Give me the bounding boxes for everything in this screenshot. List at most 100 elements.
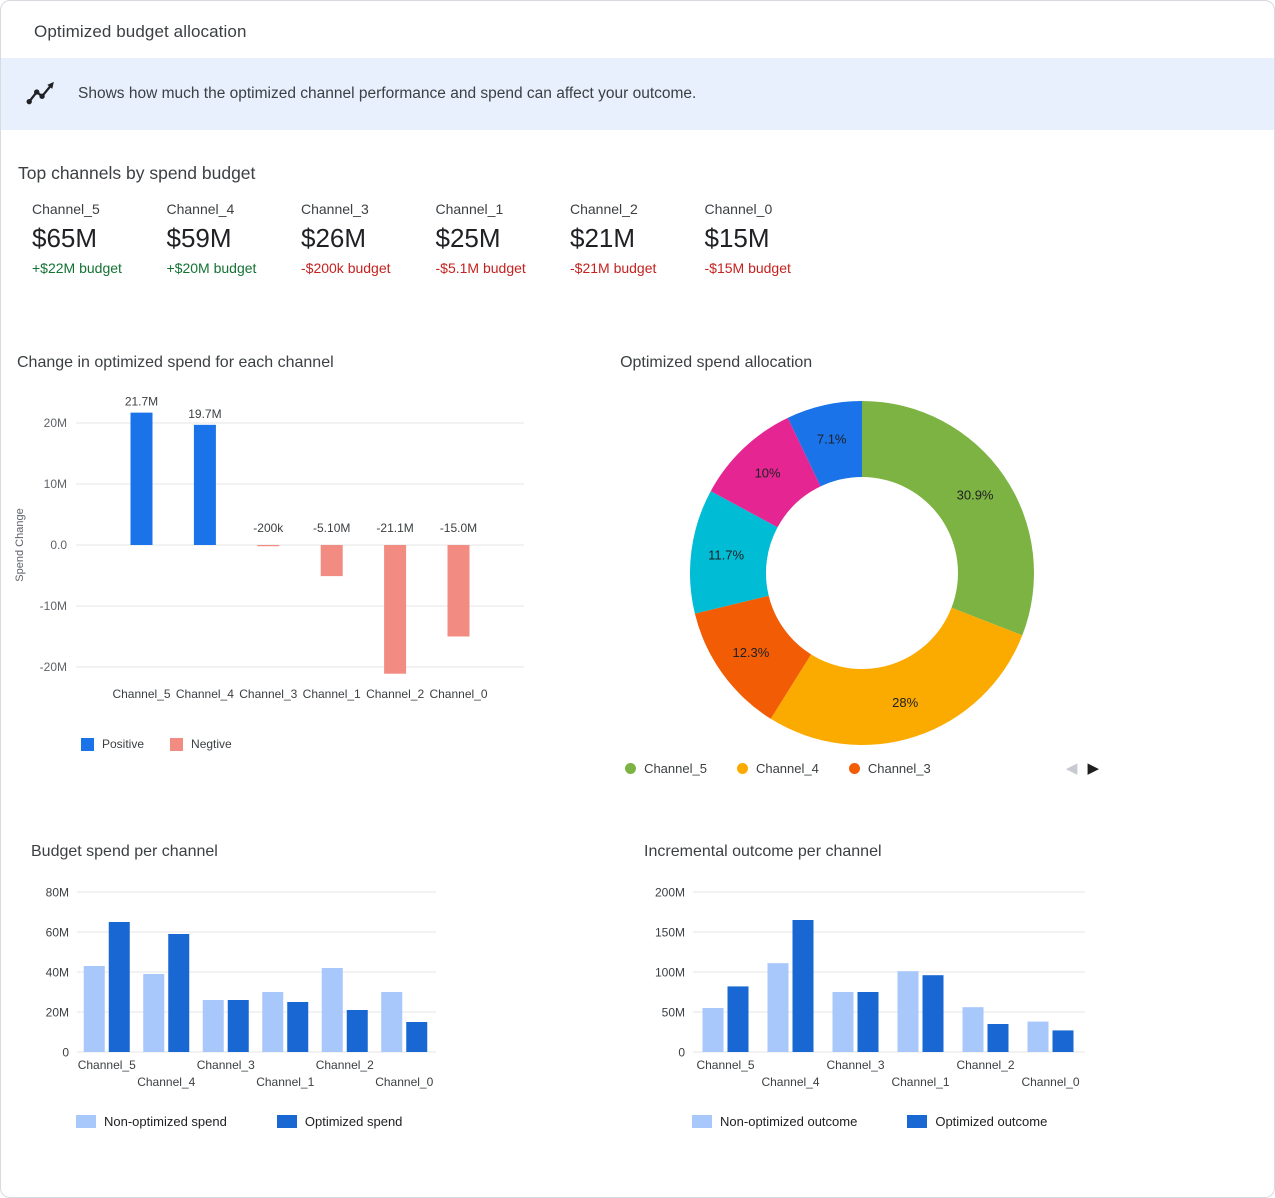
- donut-legend-pager: ◀ ▶: [1066, 761, 1099, 776]
- budget-spend-chart-title: Budget spend per channel: [31, 843, 612, 863]
- x-axis-label: Channel_1: [892, 1075, 950, 1089]
- legend-swatch: [81, 738, 94, 751]
- budget-spend-chart: 020M40M60M80MChannel_5Channel_4Channel_3…: [29, 877, 474, 1092]
- donut-slice-label: 28%: [892, 695, 918, 710]
- legend-item-optimized-outcome: Optimized outcome: [907, 1114, 1047, 1129]
- bar-Channel_1: [923, 975, 944, 1052]
- channel-spend-value: $15M: [705, 223, 840, 253]
- legend-label: Optimized spend: [305, 1114, 403, 1129]
- bar-Channel_5: [109, 922, 130, 1052]
- channel-name: Channel_4: [167, 201, 302, 217]
- channel-card: Channel_4$59M+$20M budget: [167, 201, 302, 276]
- x-axis-label: Channel_3: [827, 1058, 885, 1072]
- bar-Channel_2: [988, 1024, 1009, 1052]
- bar-value-label: -21.1M: [376, 521, 413, 535]
- bar-Channel_3: [833, 992, 854, 1052]
- bar-value-label: -200k: [253, 521, 284, 535]
- bar-Channel_2: [347, 1010, 368, 1052]
- legend-item-non-optimized-outcome: Non-optimized outcome: [692, 1114, 857, 1129]
- channel-budget-delta: -$5.1M budget: [436, 260, 571, 276]
- budget-spend-legend: Non-optimized spend Optimized spend: [76, 1114, 612, 1129]
- legend-label: Positive: [102, 737, 144, 751]
- channel-card: Channel_0$15M-$15M budget: [705, 201, 840, 276]
- svg-text:60M: 60M: [46, 926, 69, 940]
- incremental-outcome-chart-card: Incremental outcome per channel 050M100M…: [612, 843, 1274, 1129]
- channel-budget-delta: +$22M budget: [32, 260, 167, 276]
- legend-item-optimized-spend: Optimized spend: [277, 1114, 403, 1129]
- bar-Channel_4: [194, 425, 216, 545]
- x-axis-label: Channel_2: [957, 1058, 1015, 1072]
- page-title: Optimized budget allocation: [34, 22, 1274, 42]
- x-axis-label: Channel_4: [176, 687, 234, 701]
- channel-name: Channel_3: [301, 201, 436, 217]
- x-axis-label: Channel_0: [429, 687, 487, 701]
- donut-slice-Channel_5: [862, 401, 1034, 635]
- donut-slice-label: 11.7%: [708, 547, 744, 562]
- x-axis-label: Channel_0: [1022, 1075, 1080, 1089]
- legend-swatch: [170, 738, 183, 751]
- svg-text:20M: 20M: [46, 1006, 69, 1020]
- legend-label: Non-optimized spend: [104, 1114, 227, 1129]
- bar-Channel_2: [322, 968, 343, 1052]
- bar-Channel_2: [963, 1007, 984, 1052]
- svg-text:200M: 200M: [655, 886, 685, 900]
- channel-budget-delta: +$20M budget: [167, 260, 302, 276]
- donut-slice-label: 12.3%: [733, 645, 770, 660]
- donut-slice-label: 7.1%: [817, 431, 847, 446]
- legend-label: Channel_5: [644, 761, 707, 776]
- x-axis-label: Channel_3: [239, 687, 297, 701]
- svg-text:-10M: -10M: [40, 599, 67, 613]
- svg-text:100M: 100M: [655, 966, 685, 980]
- bar-Channel_1: [898, 971, 919, 1052]
- top-channel-cards: Channel_5$65M+$22M budgetChannel_4$59M+$…: [32, 201, 1274, 276]
- legend-item-channel-4: Channel_4: [737, 761, 819, 776]
- svg-text:-20M: -20M: [40, 660, 67, 674]
- channel-name: Channel_0: [705, 201, 840, 217]
- donut-legend-prev-button[interactable]: ◀: [1066, 761, 1078, 776]
- channel-spend-value: $25M: [436, 223, 571, 253]
- bar-value-label: 19.7M: [188, 407, 221, 421]
- svg-text:20M: 20M: [44, 416, 67, 430]
- bar-Channel_5: [703, 1008, 724, 1052]
- bar-Channel_0: [381, 992, 402, 1052]
- svg-text:0.0: 0.0: [50, 538, 67, 552]
- x-axis-label: Channel_1: [303, 687, 361, 701]
- legend-label: Negtive: [191, 737, 232, 751]
- bar-Channel_3: [203, 1000, 224, 1052]
- svg-text:0: 0: [678, 1046, 685, 1060]
- bar-Channel_1: [321, 545, 343, 576]
- bar-Channel_4: [168, 934, 189, 1052]
- x-axis-label: Channel_5: [78, 1058, 136, 1072]
- spend-allocation-donut-chart: 30.9%28%12.3%11.7%10%7.1%: [612, 393, 1132, 755]
- x-axis-label: Channel_1: [256, 1075, 314, 1089]
- budget-spend-chart-card: Budget spend per channel 020M40M60M80MCh…: [1, 843, 612, 1129]
- spend-change-chart-title: Change in optimized spend for each chann…: [17, 354, 600, 374]
- bar-value-label: -15.0M: [440, 521, 477, 535]
- channel-name: Channel_1: [436, 201, 571, 217]
- donut-slice-label: 30.9%: [957, 488, 994, 503]
- incremental-outcome-legend: Non-optimized outcome Optimized outcome: [692, 1114, 1274, 1129]
- x-axis-label: Channel_4: [137, 1075, 195, 1089]
- legend-swatch: [625, 763, 636, 774]
- legend-label: Channel_3: [868, 761, 931, 776]
- bar-value-label: 21.7M: [125, 395, 158, 409]
- bar-Channel_1: [287, 1002, 308, 1052]
- bar-Channel_4: [768, 963, 789, 1052]
- donut-legend-next-button[interactable]: ▶: [1087, 761, 1099, 776]
- svg-text:80M: 80M: [46, 886, 69, 900]
- svg-text:10M: 10M: [44, 477, 67, 491]
- channel-card: Channel_3$26M-$200k budget: [301, 201, 436, 276]
- charts-row-2: Budget spend per channel 020M40M60M80MCh…: [1, 843, 1274, 1129]
- top-channels-title: Top channels by spend budget: [18, 163, 1274, 184]
- legend-label: Optimized outcome: [935, 1114, 1047, 1129]
- channel-card: Channel_1 $25M -$5.1M budget: [436, 201, 571, 276]
- insights-icon: [26, 77, 56, 112]
- incremental-outcome-chart-title: Incremental outcome per channel: [644, 843, 1274, 863]
- bar-Channel_0: [1028, 1022, 1049, 1052]
- bar-Channel_3: [228, 1000, 249, 1052]
- x-axis-label: Channel_4: [762, 1075, 820, 1089]
- legend-swatch: [277, 1115, 297, 1128]
- banner-text: Shows how much the optimized channel per…: [78, 85, 696, 103]
- panel-header: Optimized budget allocation: [1, 1, 1274, 58]
- channel-budget-delta: -$200k budget: [301, 260, 436, 276]
